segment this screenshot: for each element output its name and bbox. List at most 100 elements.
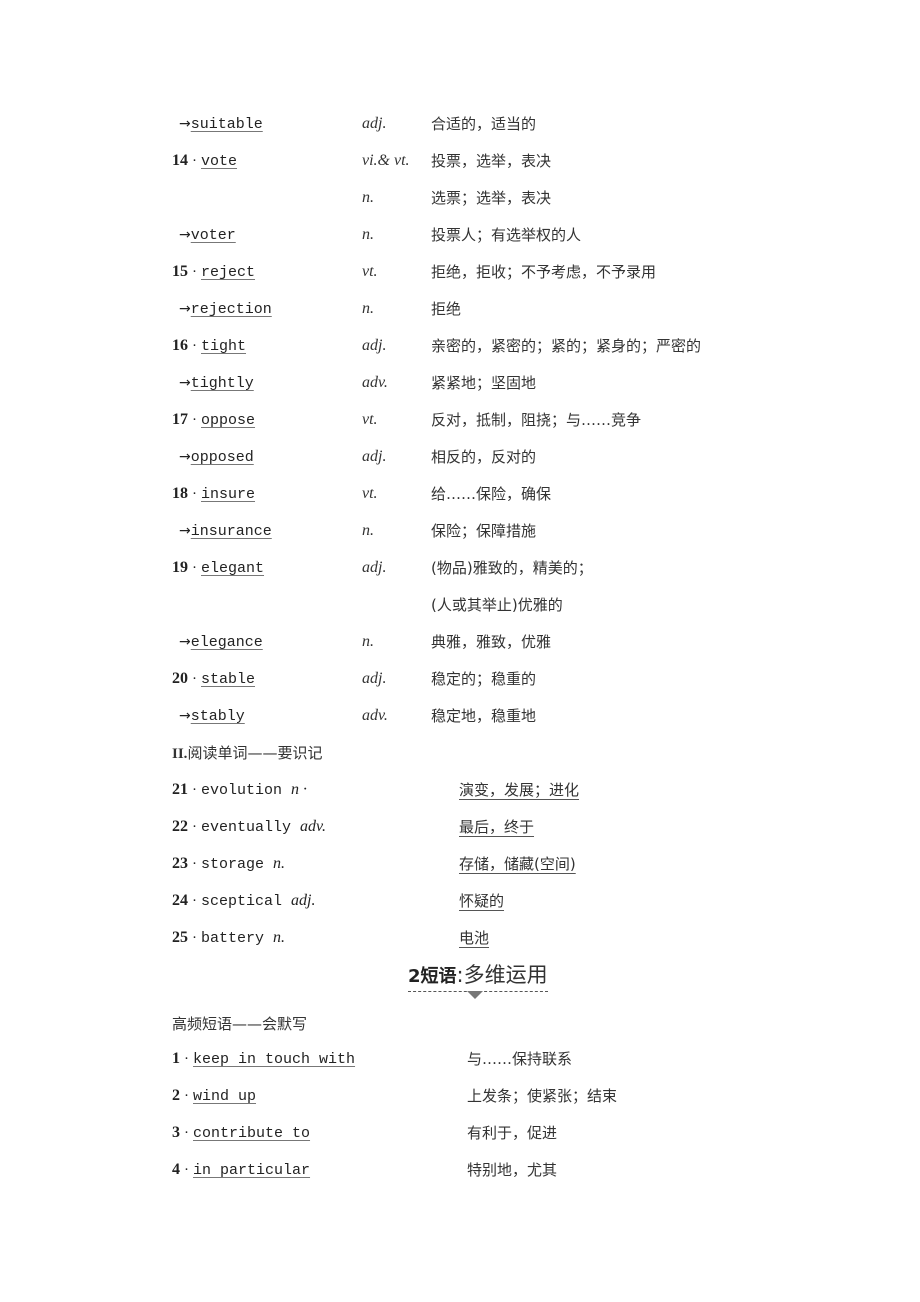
vocab-word: elegance [190,634,263,651]
part-of-speech: vt. [362,485,378,502]
reading-word-number: 21 [172,781,188,798]
vocab-word: opposed [190,449,254,466]
phrase-meaning: 与……保持联系 [467,1050,573,1068]
reading-word-cell: 23 · storage n. [172,854,285,875]
reading-word-meaning: 存储，储藏(空间) [459,855,576,873]
dot-separator: · [192,338,197,354]
phrase-cell: 1 · keep in touch with [172,1049,355,1070]
vocab-row: →tightly adv. 紧紧地；坚固地 [0,373,920,410]
vocab-row: 15 · reject vt. 拒绝，拒收；不予考虑，不予录用 [0,262,920,299]
reading-word-row: 21 · evolution n · 演变，发展；进化 [0,780,920,817]
vocab-word: insurance [190,523,272,540]
dot-separator: · [184,1051,189,1067]
vocab-word-cell: 20 · stable [172,669,255,690]
arrow-right-icon: → [179,708,191,724]
reading-word: sceptical [201,893,283,910]
reading-section-number: II. [172,746,188,762]
arrow-right-icon: → [179,523,191,539]
vocab-meaning: 拒绝，拒收；不予考虑，不予录用 [431,263,657,281]
vocab-row: (人或其举止)优雅的 [0,595,920,632]
phrase-text: in particular [193,1162,311,1179]
reading-word-cell: 25 · battery n. [172,928,285,949]
phrase-number: 3 [172,1124,180,1141]
triangle-down-icon [467,991,483,999]
reading-section-title: II.阅读单词——要识记 [172,742,322,763]
arrow-right-icon: → [179,634,191,650]
reading-section-label: 阅读单词——要识记 [187,744,323,762]
vocab-word-cell: →elegance [172,632,263,653]
vocab-row: →elegance n. 典雅，雅致，优雅 [0,632,920,669]
reading-word-meaning: 电池 [459,929,490,947]
phrase-text: wind up [193,1088,257,1105]
dot-separator: · [192,560,197,576]
vocab-word-cell: →stably [172,706,245,727]
dot-separator: · [184,1125,189,1141]
vocab-meaning: 投票，选举，表决 [431,152,552,170]
vocab-row: →insurance n. 保险；保障措施 [0,521,920,558]
vocab-meaning: 拒绝 [431,300,462,318]
dot-separator: · [192,930,197,946]
vocab-word: suitable [190,116,263,133]
vocab-meaning: 保险；保障措施 [431,522,537,540]
phrase-meaning: 上发条；使紧张；结束 [467,1087,618,1105]
vocab-meaning: 典雅，雅致，优雅 [431,633,552,651]
vocab-word: tight [201,338,247,355]
vocab-row: →opposed adj. 相反的，反对的 [0,447,920,484]
vocab-row: 18 · insure vt. 给……保险，确保 [0,484,920,521]
reading-word-cell: 24 · sceptical adj. [172,891,315,912]
dot-separator: · [192,486,197,502]
dot-separator: · [192,264,197,280]
vocab-meaning: 选票；选举，表决 [431,189,552,207]
vocab-word: tightly [190,375,254,392]
reading-word: eventually [201,819,292,836]
phrase-meaning: 有利于，促进 [467,1124,558,1142]
reading-word-meaning: 演变，发展；进化 [459,781,580,799]
vocab-word: reject [201,264,256,281]
reading-word-meaning: 怀疑的 [459,892,505,910]
arrow-right-icon: → [179,449,191,465]
vocab-number: 17 [172,411,188,428]
part-of-speech: n. [362,226,374,243]
part-of-speech: vt. [362,411,378,428]
phrase-number: 2 [172,1087,180,1104]
reading-word: storage [201,856,265,873]
vocab-word-cell: 14 · vote [172,151,237,172]
part-of-speech: n. [362,300,374,317]
phrase-row: 3 · contribute to 有利于，促进 [0,1123,920,1160]
vocab-word-cell: →tightly [172,373,254,394]
dot-separator: · [184,1162,189,1178]
part-of-speech: adj. [362,115,387,132]
reading-word-number: 23 [172,855,188,872]
vocab-word-cell: →insurance [172,521,272,542]
phrase-text: contribute to [193,1125,311,1142]
vocab-word-cell: →voter [172,225,236,246]
reading-word-row: 23 · storage n. 存储，储藏(空间) [0,854,920,891]
vocab-row: n. 选票；选举，表决 [0,188,920,225]
vocab-row: →rejection n. 拒绝 [0,299,920,336]
dot-separator: · [192,819,197,835]
vocab-word: oppose [201,412,256,429]
reading-word-number: 25 [172,929,188,946]
vocab-word-cell: 16 · tight [172,336,246,357]
phrase-heading-separator: : [456,963,464,987]
vocab-word: stable [201,671,256,688]
vocab-word-cell: 15 · reject [172,262,255,283]
vocab-number: 18 [172,485,188,502]
phrase-number: 1 [172,1050,180,1067]
vocab-number: 19 [172,559,188,576]
dot-separator: · [192,412,197,428]
vocab-word-cell: →opposed [172,447,254,468]
dot-separator: · [192,153,197,169]
reading-word-row: 24 · sceptical adj. 怀疑的 [0,891,920,928]
phrase-row: 4 · in particular 特别地，尤其 [0,1160,920,1197]
phrase-section-title: 高频短语——会默写 [172,1015,308,1033]
phrase-number: 4 [172,1161,180,1178]
dot-separator: · [192,893,197,909]
vocab-row: 20 · stable adj. 稳定的；稳重的 [0,669,920,706]
dot-separator: · [192,856,197,872]
reading-word-cell: 22 · eventually adv. [172,817,326,838]
arrow-right-icon: → [179,116,191,132]
reading-word-number: 22 [172,818,188,835]
phrase-heading-bold: 短语 [420,966,457,987]
vocab-meaning: 反对，抵制，阻挠；与……竞争 [431,411,642,429]
